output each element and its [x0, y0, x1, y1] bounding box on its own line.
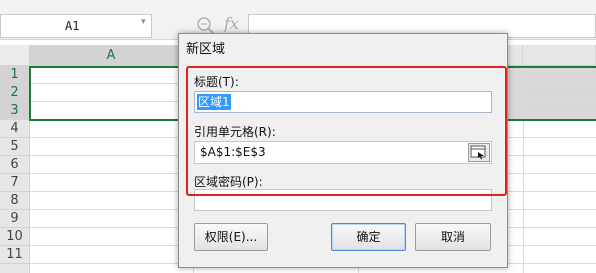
- row-header[interactable]: 6: [0, 156, 29, 174]
- dropdown-icon[interactable]: ▾: [141, 17, 146, 27]
- permissions-button[interactable]: 权限(E)...: [194, 223, 268, 251]
- annotation-highlight-box: [186, 66, 507, 196]
- row-header[interactable]: 8: [0, 192, 29, 210]
- ok-button[interactable]: 确定: [331, 223, 406, 251]
- column-header-a[interactable]: A: [30, 45, 193, 66]
- row-header[interactable]: 3: [0, 102, 29, 120]
- row-header[interactable]: 9: [0, 210, 29, 228]
- row-header[interactable]: 4: [0, 120, 29, 138]
- row-header[interactable]: 11: [0, 246, 29, 264]
- name-box[interactable]: A1: [0, 14, 152, 38]
- row-header[interactable]: 5: [0, 138, 29, 156]
- row-header[interactable]: 10: [0, 228, 29, 246]
- fx-icon[interactable]: fx: [224, 14, 239, 33]
- cancel-button[interactable]: 取消: [415, 223, 491, 251]
- dialog-title: 新区域: [186, 42, 226, 57]
- row-header[interactable]: 7: [0, 174, 29, 192]
- row-header-bar: 1 2 3 4 5 6 7 8 9 10 11: [0, 66, 30, 273]
- column-header[interactable]: [523, 45, 596, 66]
- row-header[interactable]: 2: [0, 84, 29, 102]
- row-header[interactable]: 1: [0, 66, 29, 84]
- select-all-corner[interactable]: [0, 45, 30, 66]
